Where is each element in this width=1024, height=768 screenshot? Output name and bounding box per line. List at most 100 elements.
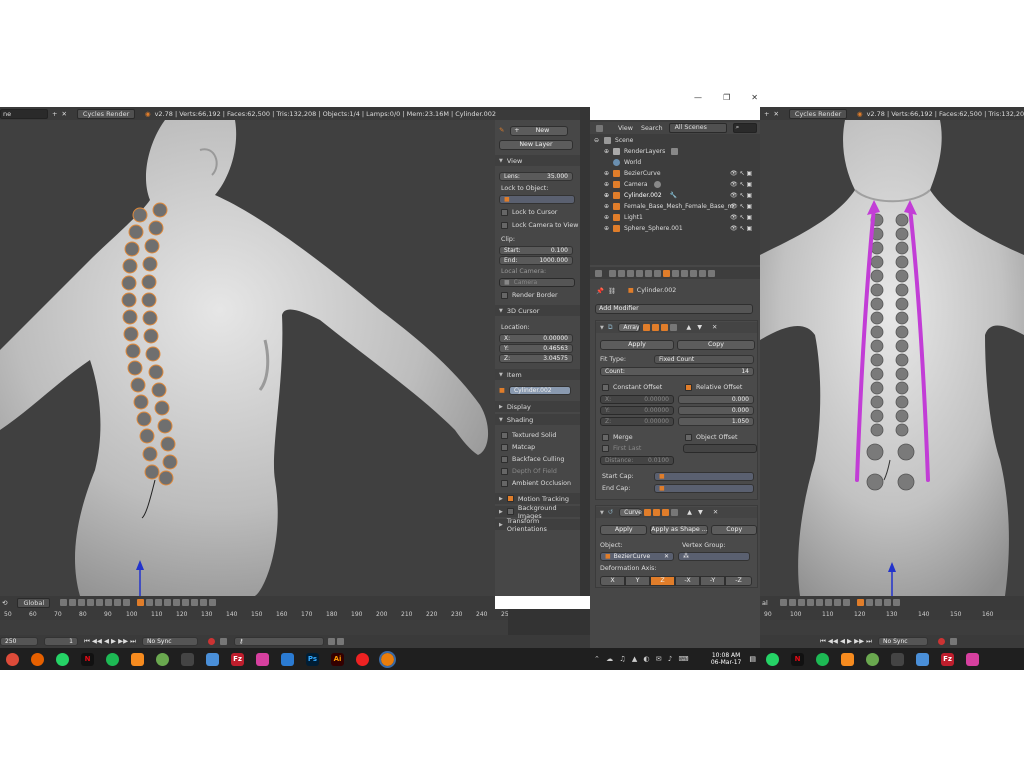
axis-x-button[interactable]: X <box>600 575 625 586</box>
minimize-icon[interactable]: — <box>694 93 702 105</box>
constraints-tab-icon[interactable] <box>654 269 661 277</box>
layer-icon[interactable] <box>779 599 787 606</box>
render-toggle-icon[interactable] <box>662 509 670 516</box>
lock-cursor-checkbox[interactable] <box>501 209 508 216</box>
apply-button[interactable]: Apply <box>600 339 674 350</box>
layer-icon[interactable] <box>96 599 104 606</box>
insert-keyframe-icon[interactable] <box>328 638 336 645</box>
layer-icon[interactable] <box>797 599 805 606</box>
eye-icon[interactable]: 👁 ↖ ▣ <box>730 201 760 212</box>
netflix-icon[interactable]: N <box>81 652 94 666</box>
proportional-edit-icon[interactable] <box>874 599 882 606</box>
depth-of-field-checkbox[interactable] <box>501 468 508 475</box>
eye-icon[interactable]: 👁 ↖ ▣ <box>730 190 760 201</box>
physics-tab-icon[interactable] <box>708 269 715 277</box>
render-engine-select[interactable]: Cycles Render <box>76 108 135 119</box>
layer-icon[interactable] <box>788 599 796 606</box>
cage-icon[interactable] <box>671 509 679 516</box>
inkscape-icon[interactable] <box>256 652 269 666</box>
start-cap-field[interactable]: ■ <box>654 472 754 481</box>
area-divider[interactable] <box>580 107 590 596</box>
sync-select[interactable]: No Sync <box>878 637 929 646</box>
offset-object-field[interactable] <box>682 444 757 453</box>
filezilla-icon[interactable]: Fz <box>941 652 954 666</box>
first-last-checkbox[interactable] <box>602 445 609 452</box>
clock-date[interactable]: 06-Mar-17 <box>711 659 742 666</box>
modifiers-tab-icon[interactable] <box>663 269 670 277</box>
camera-icon[interactable] <box>182 599 190 606</box>
texture-tab-icon[interactable] <box>690 269 697 277</box>
transform-orientations-section-header[interactable]: ▶ Transform Orientations <box>495 517 580 533</box>
spotify-icon[interactable] <box>816 652 829 666</box>
constant-offset-checkbox[interactable] <box>602 384 609 391</box>
relative-offset-y-field[interactable]: 0.000 <box>678 406 754 415</box>
lock-object-field[interactable]: ■ <box>499 195 575 204</box>
layer-icon[interactable] <box>191 599 199 606</box>
layer-icon[interactable] <box>842 599 850 606</box>
material-tab-icon[interactable] <box>681 269 688 277</box>
vlc-icon[interactable] <box>131 652 144 666</box>
lens-field[interactable]: Lens: 35.000 <box>499 172 573 181</box>
lock-camera-checkbox[interactable] <box>501 222 508 229</box>
constant-offset-y-field[interactable]: Y: 0.00000 <box>600 406 674 415</box>
outliner-editor-icon[interactable] <box>596 124 603 132</box>
snap-icon[interactable] <box>856 599 864 606</box>
notifications-icon[interactable]: ▤ <box>749 655 756 663</box>
inkscape-icon[interactable] <box>966 652 979 666</box>
modifier-name-field[interactable]: Curve <box>619 508 642 517</box>
render-icon[interactable] <box>883 599 891 606</box>
render-tab-icon[interactable] <box>609 269 616 277</box>
outliner-item-scene[interactable]: ⊖ Scene <box>590 135 760 146</box>
terminal-icon[interactable] <box>181 652 194 666</box>
edit-mode-icon[interactable] <box>643 324 651 331</box>
new-button[interactable]: + New <box>510 125 569 136</box>
copy-button[interactable]: Copy <box>711 524 757 535</box>
edit-mode-icon[interactable] <box>644 509 652 516</box>
relative-offset-checkbox[interactable] <box>685 384 692 391</box>
keying-set-icon[interactable] <box>220 638 228 645</box>
torrent-icon[interactable] <box>866 652 879 666</box>
move-up-icon[interactable]: ▲ <box>686 324 691 331</box>
curve-object-field[interactable]: ■ BezierCurve ✕ <box>600 552 674 561</box>
camera-icon[interactable] <box>892 599 900 606</box>
display-mode-select[interactable]: All Scenes <box>668 123 727 133</box>
scene-tab-icon[interactable] <box>627 269 634 277</box>
close-icon[interactable]: ✕ <box>61 110 66 118</box>
new-layer-button[interactable]: New Layer <box>499 139 573 150</box>
clock-time[interactable]: 10:08 AM <box>712 652 740 659</box>
motion-tracking-checkbox[interactable] <box>506 495 514 502</box>
cursor-y-field[interactable]: Y: 0.46563 <box>499 344 573 353</box>
move-down-icon[interactable]: ▼ <box>698 509 703 516</box>
end-cap-field[interactable]: ■ <box>654 484 754 493</box>
layer-icon[interactable] <box>87 599 95 606</box>
layers-tab-icon[interactable] <box>618 269 625 277</box>
layer-icon[interactable] <box>815 599 823 606</box>
notepad-icon[interactable] <box>206 652 219 666</box>
copy-button[interactable]: Copy <box>677 339 755 350</box>
realtime-icon[interactable] <box>652 324 660 331</box>
current-frame-field[interactable]: 1 <box>44 637 78 646</box>
outliner-search-menu[interactable]: Search <box>641 125 663 132</box>
axis-neg-x-button[interactable]: -X <box>675 575 700 586</box>
axis-neg-z-button[interactable]: -Z <box>725 575 752 586</box>
netflix-icon[interactable]: N <box>791 652 804 666</box>
close-icon[interactable]: ✕ <box>773 110 778 118</box>
maximize-icon[interactable]: ❐ <box>723 93 730 105</box>
timeline-left[interactable]: 50 60 70 80 90 100 110 120 130 140 150 1… <box>0 609 590 635</box>
eye-icon[interactable]: 👁 ↖ ▣ <box>730 223 760 234</box>
layer-icon[interactable] <box>69 599 77 606</box>
move-up-icon[interactable]: ▲ <box>687 509 692 516</box>
notepad-icon[interactable] <box>916 652 929 666</box>
render-engine-select[interactable]: Cycles Render <box>788 108 847 119</box>
move-down-icon[interactable]: ▼ <box>697 324 702 331</box>
outliner-search-input[interactable]: ⌕ <box>732 123 757 133</box>
eye-icon[interactable]: 👁 ↖ ▣ <box>730 179 760 190</box>
local-camera-field[interactable]: ■ Camera <box>499 278 575 287</box>
motion-tracking-section-header[interactable]: ▶ Motion Tracking <box>495 493 580 504</box>
data-tab-icon[interactable] <box>672 269 679 277</box>
fit-type-select[interactable]: Fixed Count <box>654 355 754 364</box>
layer-icon[interactable] <box>114 599 122 606</box>
add-modifier-select[interactable]: Add Modifier <box>595 303 753 314</box>
add-icon[interactable]: + <box>764 110 769 118</box>
world-tab-icon[interactable] <box>636 269 643 277</box>
